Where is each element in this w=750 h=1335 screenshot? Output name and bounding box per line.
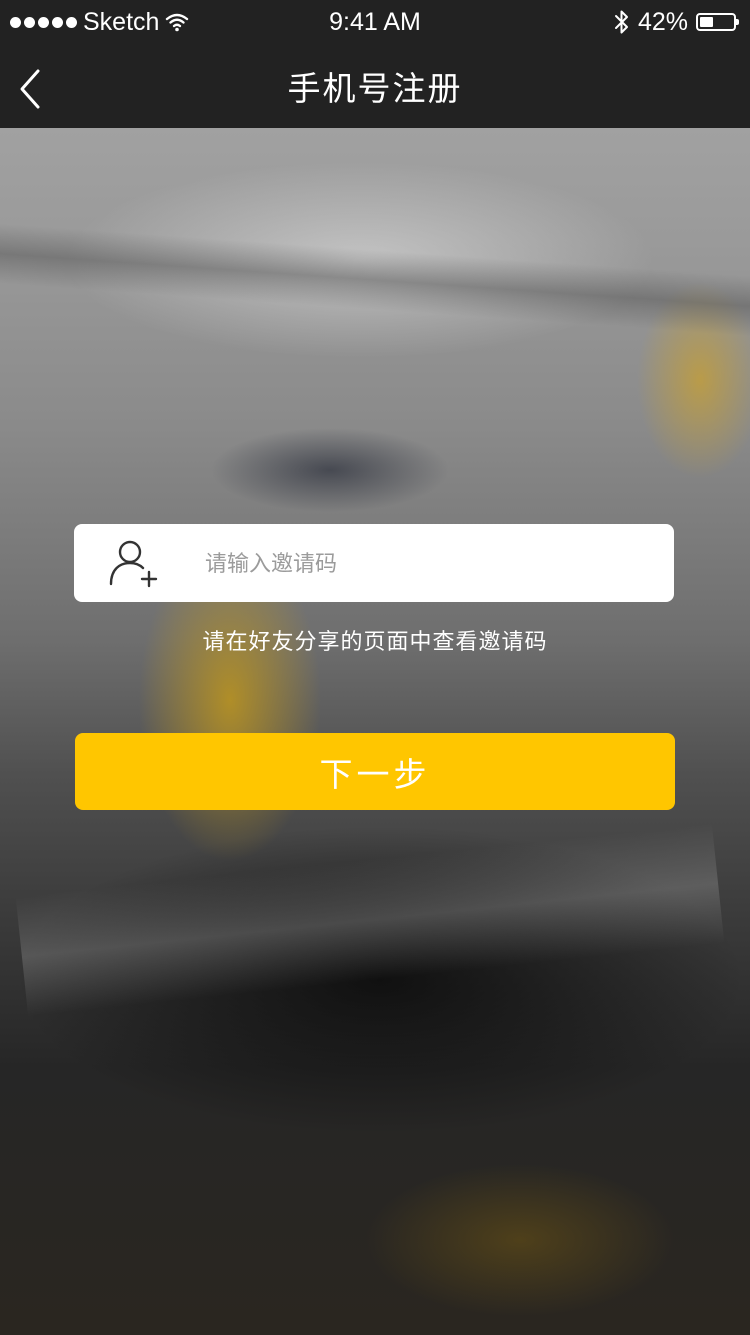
user-add-icon [109, 540, 158, 588]
register-screen: 手机号注册 Sketch 9:41 AM 42% 请输入邀请码 请在好友分享的页… [0, 0, 750, 1335]
status-bar: Sketch 9:41 AM 42% [0, 0, 750, 44]
status-right: 42% [614, 7, 739, 37]
battery-icon [696, 13, 739, 31]
invite-code-input[interactable] [205, 544, 645, 584]
blurred-background-image [0, 0, 750, 1335]
battery-percentage: 42% [637, 7, 688, 36]
battery-level-fill [700, 17, 713, 27]
bluetooth-icon [614, 10, 628, 34]
next-step-button[interactable]: 下一步 [75, 733, 675, 810]
invite-hint: 请在好友分享的页面中查看邀请码 [202, 630, 548, 655]
page-title: 手机号注册 [287, 69, 463, 108]
